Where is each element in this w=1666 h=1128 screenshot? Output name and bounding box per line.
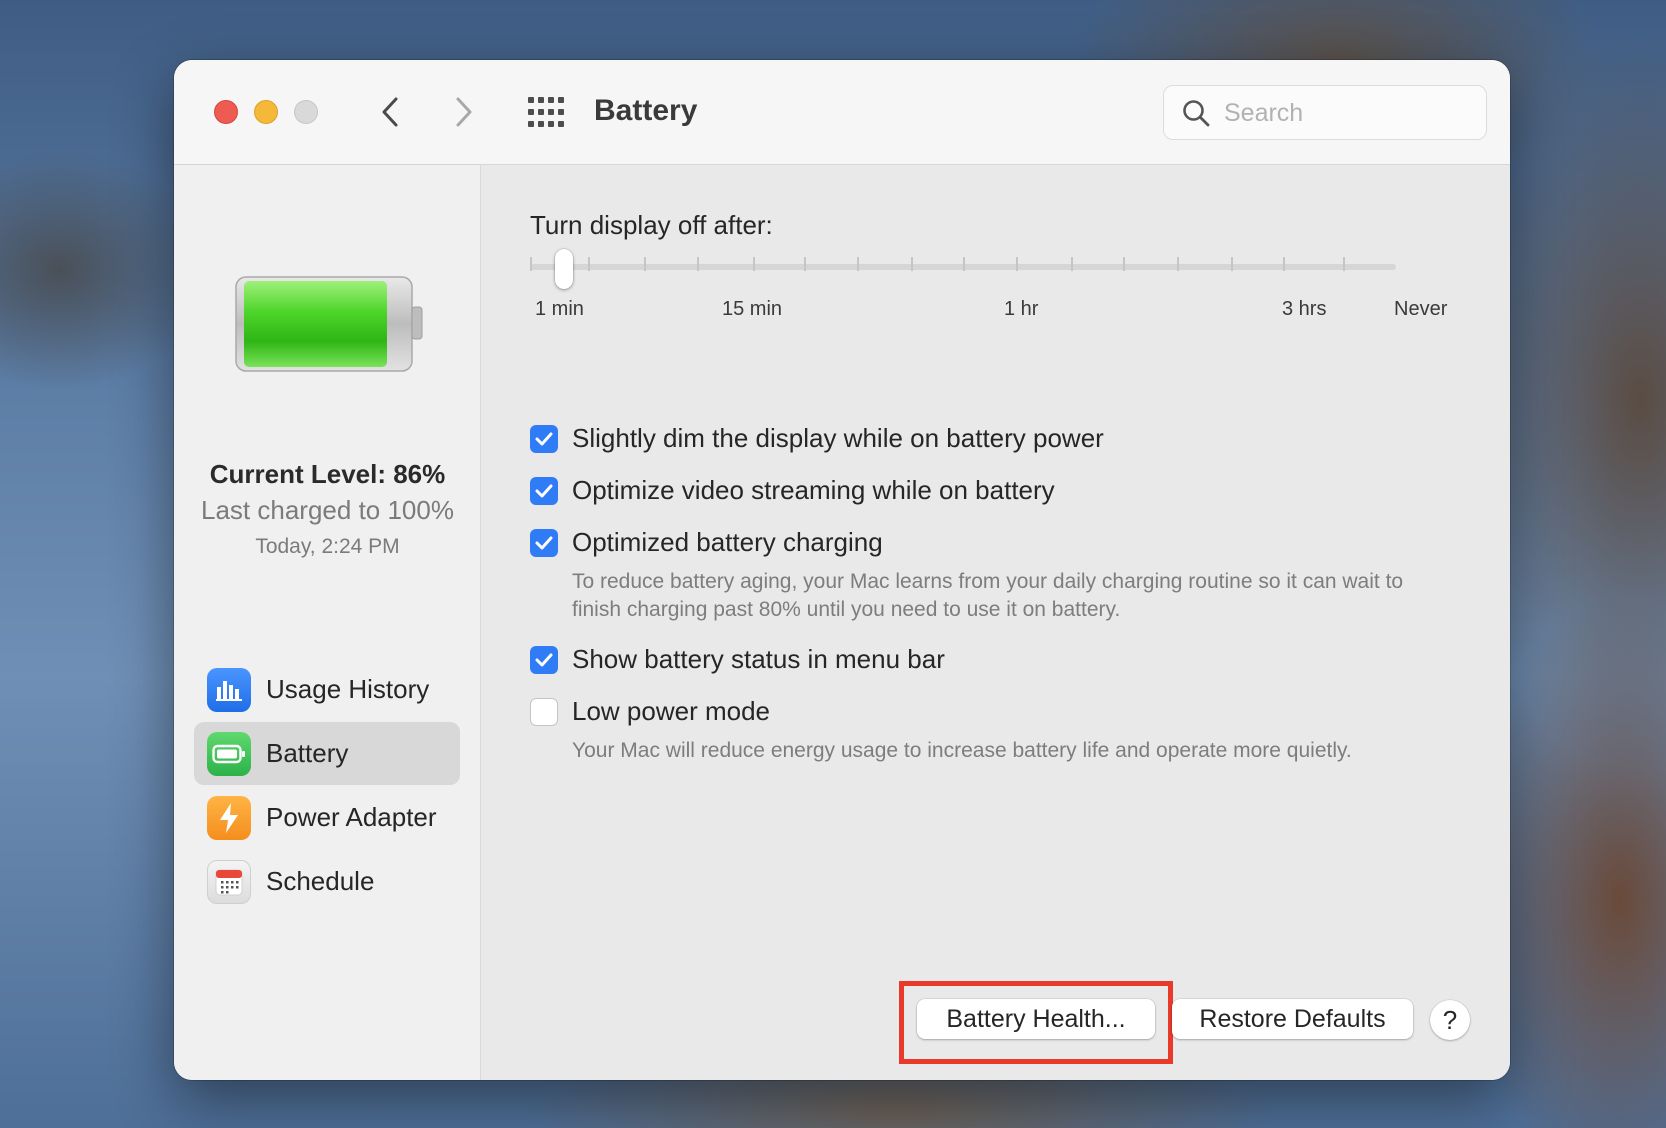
menu-bar-status-checkbox[interactable] [530,645,558,674]
slider-tick [697,257,699,271]
optimized-charging-label: Optimized battery charging [572,527,883,557]
slider-tick [804,257,806,271]
chevron-right-icon [456,97,472,127]
zoom-button[interactable] [294,100,318,124]
slider-tick [1123,257,1125,271]
close-button[interactable] [214,100,238,124]
search-icon [1183,100,1210,127]
search-field[interactable] [1163,85,1487,140]
sidebar-item-schedule[interactable]: Schedule [194,850,460,913]
window-title: Battery [594,94,698,127]
optimize-video-label: Optimize video streaming while on batter… [572,475,1055,505]
help-button[interactable]: ? [1430,1000,1470,1040]
slider-tick [588,257,590,271]
menu-bar-status-label: Show battery status in menu bar [572,644,945,674]
last-charged-text: Last charged to 100% [201,495,454,525]
minimize-button[interactable] [254,100,278,124]
lightning-bolt-icon [207,795,251,840]
slider-tick [644,257,646,271]
dim-display-checkbox[interactable] [530,424,558,453]
show-all-button[interactable] [526,95,566,129]
battery-health-button[interactable]: Battery Health... [917,999,1155,1039]
sidebar-item-label: Usage History [266,674,430,704]
checkmark-icon [535,484,553,497]
sidebar-item-usage-history[interactable]: Usage History [194,658,460,721]
display-off-title: Turn display off after: [530,210,773,240]
slider-tick [1177,257,1179,271]
battery-level-icon [235,276,423,372]
slider-label-1-min: 1 min [535,298,584,320]
sidebar-item-battery[interactable]: Battery [194,722,460,785]
low-power-mode-option[interactable]: Low power mode [530,696,770,727]
optimized-charging-description: To reduce battery aging, your Mac learns… [572,570,1404,621]
current-level-text: Current Level: 86% [209,459,446,489]
bar-chart-icon [207,667,251,712]
sidebar-item-label: Schedule [266,866,375,896]
slider-label-never: Never [1394,298,1448,320]
slider-tick [1283,257,1285,271]
checkmark-icon [535,536,553,549]
charged-time-text: Today, 2:24 PM [255,535,400,558]
chevron-left-icon [382,97,398,127]
sidebar: Current Level: 86% Last charged to 100% … [174,165,481,1080]
sidebar-item-power-adapter[interactable]: Power Adapter [194,786,460,849]
sidebar-item-label: Power Adapter [266,802,437,832]
slider-tick [1071,257,1073,271]
calendar-icon [207,859,251,904]
slider-tick [963,257,965,271]
slider-label-1-hr: 1 hr [1004,298,1039,320]
slider-label-15-min: 15 min [722,298,783,320]
checkmark-icon [535,432,553,445]
restore-defaults-button[interactable]: Restore Defaults [1172,999,1413,1039]
search-input[interactable] [1224,94,1474,132]
dim-display-option[interactable]: Slightly dim the display while on batter… [530,423,1104,454]
slider-tick [857,257,859,271]
grid-icon [528,97,564,127]
slider-label-3-hrs: 3 hrs [1282,298,1327,320]
slider-tick [1343,257,1345,271]
title-bar: Battery [174,60,1510,165]
optimize-video-checkbox[interactable] [530,476,558,505]
battery-preferences-window: Battery Search Current Level: 86% Last c… [174,60,1510,1080]
slider-tick [530,257,532,271]
optimized-charging-option[interactable]: Optimized battery charging [530,527,883,558]
settings-content: Turn display off after: 1 min 15 min 1 h… [481,165,1510,1080]
back-button[interactable] [370,92,410,132]
battery-icon [207,731,251,776]
menu-bar-status-option[interactable]: Show battery status in menu bar [530,644,945,675]
slider-tick [911,257,913,271]
low-power-mode-label: Low power mode [572,696,770,726]
low-power-mode-checkbox[interactable] [530,697,558,726]
forward-button[interactable] [444,92,484,132]
low-power-mode-description: Your Mac will reduce energy usage to inc… [572,739,1352,762]
sidebar-item-label: Battery [266,738,349,768]
optimized-charging-checkbox[interactable] [530,528,558,557]
slider-tick [753,257,755,271]
optimize-video-option[interactable]: Optimize video streaming while on batter… [530,475,1055,506]
checkmark-icon [535,653,553,666]
display-off-slider-knob[interactable] [555,249,573,289]
slider-tick [1016,257,1018,271]
dim-display-label: Slightly dim the display while on batter… [572,423,1104,453]
slider-tick [1231,257,1233,271]
